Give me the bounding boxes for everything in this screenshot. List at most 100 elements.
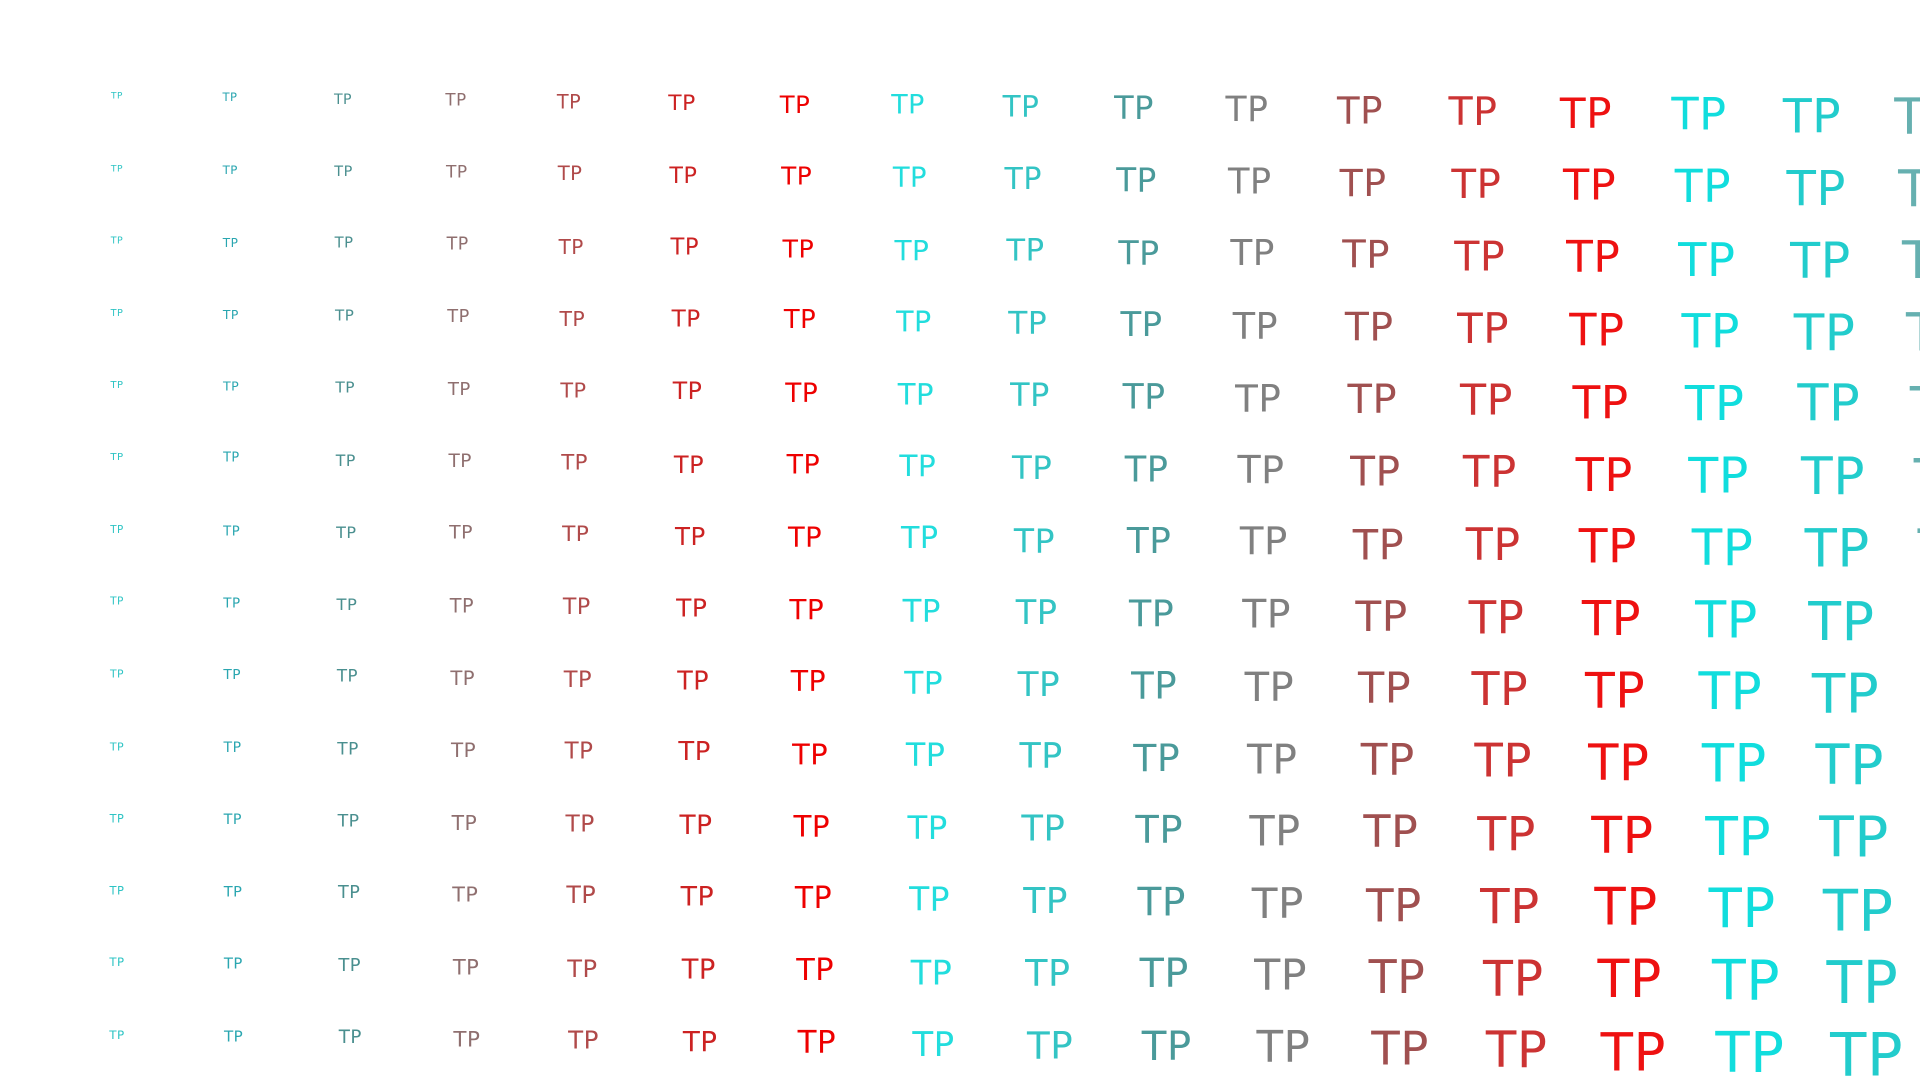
tp-glyph-r3-c7: TP <box>782 234 815 264</box>
tp-glyph-r13-c16: TP <box>1826 948 1899 1017</box>
tp-glyph-r9-c11: TP <box>1244 664 1295 711</box>
tp-glyph-r3-c8: TP <box>894 233 930 267</box>
tp-glyph-r14-c12: TP <box>1371 1022 1429 1077</box>
tp-glyph-r6-c9: TP <box>1012 449 1053 488</box>
tp-glyph-r2-c9: TP <box>1004 161 1042 197</box>
tp-glyph-r1-c3: TP <box>333 91 353 108</box>
tp-glyph-r5-c17: TP <box>1910 380 1920 434</box>
tp-glyph-r14-c11: TP <box>1256 1022 1311 1073</box>
tp-glyph-r13-c14: TP <box>1597 950 1662 1011</box>
tp-glyph-r14-c10: TP <box>1141 1023 1192 1071</box>
tp-glyph-r9-c7: TP <box>790 665 827 699</box>
tp-glyph-r5-c8: TP <box>897 377 934 412</box>
tp-glyph-r4-c10: TP <box>1120 305 1163 345</box>
tp-glyph-r9-c10: TP <box>1131 664 1178 708</box>
tp-glyph-r10-c6: TP <box>678 737 711 768</box>
tp-glyph-r8-c7: TP <box>789 593 825 627</box>
tp-glyph-r8-c6: TP <box>676 593 708 623</box>
tp-glyph-r5-c6: TP <box>672 377 703 406</box>
tp-glyph-r9-c3: TP <box>336 666 359 686</box>
tp-glyph-r6-c16: TP <box>1801 446 1865 507</box>
tp-glyph-r5-c13: TP <box>1459 376 1513 427</box>
tp-glyph-r12-c5: TP <box>566 881 597 910</box>
tp-glyph-r10-c1: TP <box>109 740 125 754</box>
tp-glyph-r6-c5: TP <box>561 450 588 476</box>
tp-glyph-r5-c14: TP <box>1572 375 1629 429</box>
tp-glyph-r11-c10: TP <box>1135 807 1183 853</box>
tp-glyph-r9-c16: TP <box>1811 661 1880 726</box>
tp-glyph-r8-c2: TP <box>223 595 241 611</box>
tp-glyph-r11-c3: TP <box>337 810 360 831</box>
tp-glyph-r11-c4: TP <box>451 810 478 835</box>
tp-glyph-r6-c1: TP <box>110 451 124 463</box>
tp-glyph-r10-c5: TP <box>564 738 594 765</box>
tp-glyph-r12-c10: TP <box>1137 880 1186 926</box>
tp-glyph-r4-c13: TP <box>1457 304 1510 354</box>
tp-glyph-r1-c13: TP <box>1448 88 1498 135</box>
tp-glyph-r2-c7: TP <box>781 161 813 191</box>
tp-glyph-r4-c15: TP <box>1681 304 1740 360</box>
tp-glyph-r8-c14: TP <box>1581 591 1642 648</box>
tp-glyph-r11-c11: TP <box>1249 807 1301 856</box>
tp-glyph-r13-c11: TP <box>1254 950 1308 1001</box>
tp-glyph-r7-c5: TP <box>562 522 590 548</box>
tp-glyph-r12-c12: TP <box>1365 878 1422 932</box>
tp-glyph-r5-c15: TP <box>1684 375 1745 432</box>
tp-glyph-r10-c7: TP <box>792 737 829 772</box>
tp-glyph-r1-c16: TP <box>1782 88 1842 144</box>
tp-glyph-r9-c8: TP <box>904 665 944 702</box>
tp-glyph-r12-c3: TP <box>337 882 361 903</box>
tp-glyph-r2-c1: TP <box>110 163 124 175</box>
tp-glyph-r8-c10: TP <box>1128 591 1175 635</box>
tp-glyph-r6-c3: TP <box>335 450 356 470</box>
tp-glyph-r1-c8: TP <box>891 89 925 121</box>
tp-glyph-r11-c1: TP <box>109 812 125 826</box>
tp-glyph-r2-c16: TP <box>1786 160 1846 217</box>
tp-glyph-r14-c7: TP <box>797 1024 837 1061</box>
tp-glyph-r6-c8: TP <box>899 449 937 484</box>
tp-glyph-r9-c1: TP <box>109 667 125 681</box>
tp-glyph-r5-c3: TP <box>335 378 356 397</box>
tp-glyph-r4-c6: TP <box>671 306 701 333</box>
tp-glyph-r11-c9: TP <box>1021 808 1066 850</box>
tp-glyph-r6-c10: TP <box>1124 449 1169 491</box>
tp-glyph-r3-c13: TP <box>1454 232 1506 281</box>
tp-glyph-r1-c12: TP <box>1337 89 1383 133</box>
tp-glyph-r2-c6: TP <box>669 162 698 189</box>
tp-glyph-r8-c15: TP <box>1695 590 1758 650</box>
tp-glyph-r3-c3: TP <box>334 234 354 252</box>
tp-glyph-r8-c5: TP <box>562 594 591 620</box>
tp-glyph-r11-c7: TP <box>793 809 831 844</box>
tp-glyph-r5-c2: TP <box>222 378 240 394</box>
tp-glyph-r10-c12: TP <box>1360 735 1415 787</box>
tp-glyph-r2-c8: TP <box>892 162 928 194</box>
tp-glyph-r8-c1: TP <box>110 596 124 609</box>
tp-glyph-r13-c1: TP <box>109 955 125 970</box>
tp-glyph-r11-c8: TP <box>907 808 948 847</box>
tp-glyph-r9-c2: TP <box>223 667 242 684</box>
tp-glyph-r10-c3: TP <box>337 738 359 759</box>
tp-glyph-r2-c17: TP <box>1898 159 1920 219</box>
tp-glyph-r14-c1: TP <box>109 1027 125 1042</box>
tp-glyph-r10-c11: TP <box>1246 735 1298 784</box>
tp-glyph-r14-c2: TP <box>223 1027 244 1046</box>
tp-glyph-r7-c10: TP <box>1126 520 1172 562</box>
tp-glyph-r14-c15: TP <box>1715 1020 1785 1080</box>
tp-glyph-r3-c1: TP <box>110 235 124 247</box>
tp-glyph-r4-c3: TP <box>335 306 355 325</box>
tp-glyph-r7-c3: TP <box>336 522 357 542</box>
tp-glyph-r6-c11: TP <box>1237 448 1285 493</box>
tp-glyph-r7-c11: TP <box>1239 519 1288 565</box>
tp-glyph-r12-c4: TP <box>452 882 479 907</box>
tp-glyph-r13-c8: TP <box>910 952 953 992</box>
tp-glyph-r11-c14: TP <box>1591 805 1654 865</box>
tp-glyph-r3-c10: TP <box>1118 233 1160 273</box>
tp-glyph-r9-c14: TP <box>1584 662 1646 720</box>
tp-glyph-r2-c4: TP <box>446 162 468 183</box>
tp-glyph-r12-c8: TP <box>909 879 951 919</box>
tp-glyph-r6-c7: TP <box>786 449 821 481</box>
tp-glyph-r10-c13: TP <box>1474 735 1533 790</box>
tp-glyph-r4-c2: TP <box>222 307 239 322</box>
tp-glyph-r11-c6: TP <box>679 810 713 841</box>
tp-glyph-r5-c11: TP <box>1235 376 1282 421</box>
